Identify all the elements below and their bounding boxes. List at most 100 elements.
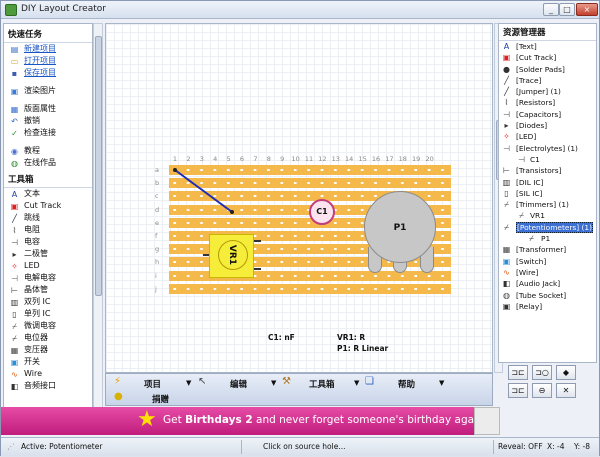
edit-task-item[interactable]: ▦ 版面属性 [4,103,92,115]
resource-item[interactable]: ◍ [Tube Socket] [499,290,596,301]
chevron-down-icon[interactable]: ▼ [354,379,359,387]
toolbox-item[interactable]: ▥ 双列 IC [4,296,92,308]
resource-item[interactable]: ▦ [Transformer] [499,244,596,255]
resource-item[interactable]: ⌇ [Resistors] [499,97,596,108]
app-icon [5,4,17,16]
toolbox-item[interactable]: ⊢ 晶体管 [4,284,92,296]
diamond-button[interactable]: ◆ [556,365,576,380]
toolbox-item[interactable]: ▸ 二极管 [4,248,92,260]
menu-edit[interactable]: 编辑 [230,378,247,390]
resource-item[interactable]: ▣ [Relay] [499,301,596,312]
chevron-down-icon[interactable]: ▼ [186,379,191,387]
toolbox-item[interactable]: ✧ LED [4,260,92,272]
resource-item[interactable]: ⊢ [Transistors] [499,165,596,176]
resource-item[interactable]: ⊣ [Electrolytes] (1) [499,143,596,154]
edit-task-item[interactable]: ↶ 撤销 [4,115,92,127]
sil-ic-icon: ▯ [504,188,509,198]
copper-strip[interactable] [169,178,451,189]
resource-item[interactable]: ⌿ P1 [499,233,596,244]
ad-banner[interactable]: ★ Get Birthdays 2 and never forget someo… [1,407,477,435]
render-image-item[interactable]: ▣ 渲染图片 [4,85,92,97]
clear-button[interactable]: ✕ [556,383,576,398]
resource-item[interactable]: ⌿ [Potentiometers] (1) [499,221,596,233]
toolbox-item[interactable]: ⌿ 电位器 [4,332,92,344]
resource-item[interactable]: ▥ [DIL IC] [499,177,596,188]
toolbox-item[interactable]: ▣ Cut Track [4,200,92,212]
coin-icon: ● [114,391,123,402]
quick-task-item[interactable]: ▤ 新建项目 [4,43,92,55]
toolbox-item[interactable]: ▯ 单列 IC [4,308,92,320]
column-label: 15 [358,155,367,163]
toolbox-item[interactable]: A 文本 [4,188,92,200]
minimize-button[interactable]: _ [543,3,559,16]
toolbox-item[interactable]: ▦ 变压器 [4,344,92,356]
help-book-icon: ❏ [365,376,374,387]
resource-item[interactable]: ▣ [Switch] [499,256,596,267]
resource-manager-panel: 资源管理器 A [Text] ▣ [Cut Track] ● [Solder Pads] ╱… [498,23,597,363]
resource-item[interactable]: ∿ [Wire] [499,267,596,278]
copper-strip[interactable] [169,165,451,175]
vr1-trimmer[interactable]: VR1 [209,234,254,278]
resource-item[interactable]: ╱ [Jumper] (1) [499,86,596,97]
switch-icon: ▣ [10,358,19,367]
toolbox-item[interactable]: ⊣ 电容 [4,236,92,248]
trimmer-view-button[interactable]: ⊐⊏ [508,365,528,380]
quick-task-item[interactable]: ▪ 保存项目 [4,67,92,79]
resource-item[interactable]: ⌿ VR1 [499,210,596,221]
pot-view-button[interactable]: ⊐○ [532,365,552,380]
resource-item[interactable]: ● [Solder Pads] [499,64,596,75]
p1-potentiometer[interactable]: P1 [364,191,436,263]
help-task-item[interactable]: ◉ 教程 [4,145,92,157]
resource-item[interactable]: ▣ [Cut Track] [499,52,596,63]
resource-item[interactable]: ▯ [SIL IC] [499,188,596,199]
toolbox-item[interactable]: ◧ 音频接口 [4,380,92,392]
resource-item[interactable]: ✧ [LED] [499,131,596,142]
menu-project[interactable]: 项目 [144,378,161,390]
toolbox-item[interactable]: ⌇ 电阻 [4,224,92,236]
switch-view-button[interactable]: ⊐⊏ [508,383,528,398]
menu-donate[interactable]: 捐赠 [152,393,169,405]
view-buttons: ⊐⊏ ⊐○ ◆ ⊐⊏ ⊖ ✕ [508,365,582,401]
menu-toolbox[interactable]: 工具箱 [309,378,335,390]
quick-task-item[interactable]: ▭ 打开项目 [4,55,92,67]
resource-item[interactable]: ╱ [Trace] [499,75,596,86]
resource-item[interactable]: ◧ [Audio Jack] [499,278,596,289]
toolbox-item[interactable]: ⊣ 电解电容 [4,272,92,284]
globe-icon: ◍ [11,159,18,168]
resource-item[interactable]: ▸ [Diodes] [499,120,596,131]
zoom-out-button[interactable]: ⊖ [532,383,552,398]
toolbox-item[interactable]: ▣ 开关 [4,356,92,368]
resource-item[interactable]: A [Text] [499,41,596,52]
close-button[interactable]: × [576,3,598,16]
chevron-down-icon[interactable]: ▼ [439,379,444,387]
cursor-icon: ↖ [198,376,207,387]
save-disk-icon: ▪ [11,69,18,78]
edit-task-item[interactable]: ✓ 检查连接 [4,127,92,139]
toolbox-item[interactable]: ⌿ 微调电容 [4,320,92,332]
image-icon: ▣ [10,87,19,96]
row-label: i [155,271,157,280]
row-label: f [155,232,158,240]
quick-tasks-header: 快速任务 [4,26,92,43]
resource-item[interactable]: ⊣ C1 [499,154,596,165]
c1-capacitor[interactable]: C1 [309,199,335,225]
tube-socket-icon: ◍ [503,290,510,300]
maximize-button[interactable]: □ [559,3,575,16]
trimmer-icon: ⌿ [519,211,524,221]
switch-icon: ▣ [502,256,511,266]
toolbox-item[interactable]: ╱ 跳线 [4,212,92,224]
help-task-item[interactable]: ◍ 在线作品 [4,157,92,169]
banner-scrollbar[interactable] [474,407,500,435]
resource-item[interactable]: ⊣ [Capacitors] [499,109,596,120]
y-coordinate: Y: -8 [574,442,590,451]
toolbox-item[interactable]: ∿ Wire [4,368,92,380]
vr1-label: VR1 [218,240,248,270]
column-label: 14 [345,155,354,163]
resource-item[interactable]: ⌿ [Trimmers] (1) [499,199,596,210]
copper-strip[interactable] [169,283,451,294]
menu-help[interactable]: 帮助 [398,378,415,390]
chevron-down-icon[interactable]: ▼ [271,379,276,387]
left-scrollbar[interactable] [93,23,103,435]
left-scroll-thumb[interactable] [95,36,102,296]
lightning-icon: ⚡ [114,376,122,387]
